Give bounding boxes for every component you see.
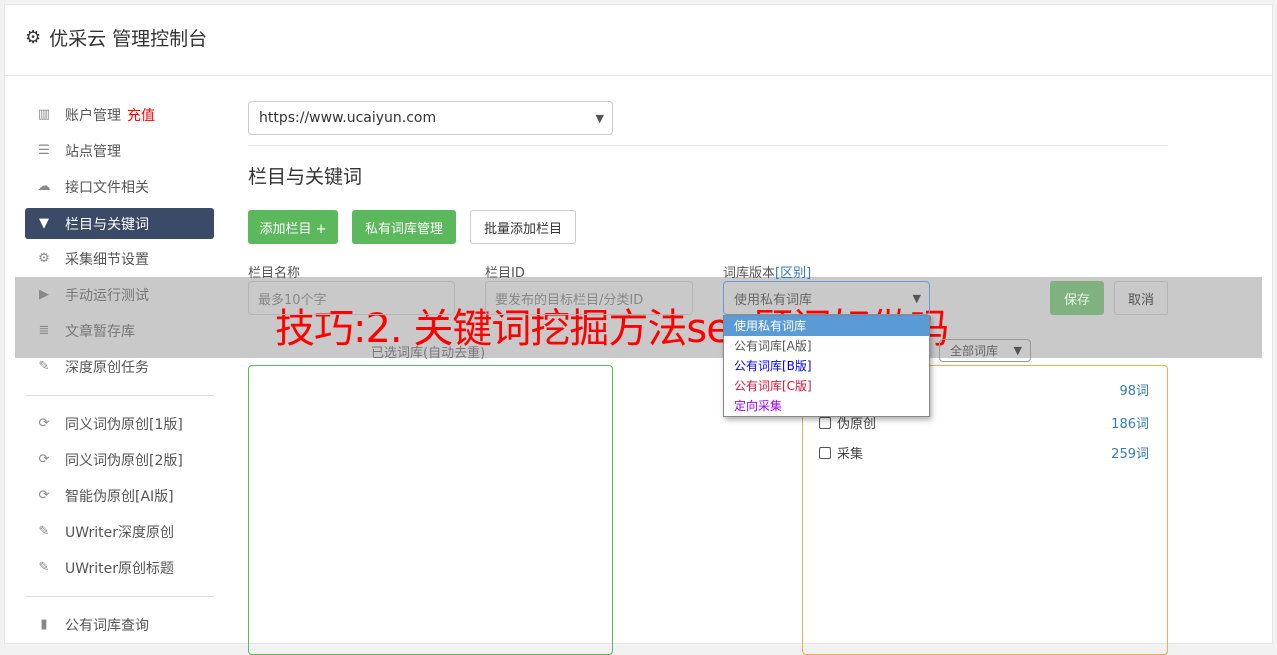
version-option[interactable]: 公有词库[C版] [724,376,929,396]
header: ⚙ 优采云 管理控制台 [5,5,1272,76]
sidebar-item-manual-test[interactable]: ▶ 手动运行测试 [25,279,214,310]
version-option[interactable]: 公有词库[B版] [724,356,929,376]
column-id-input[interactable]: 要发布的目标栏目/分类ID [485,281,693,315]
sidebar-divider [25,596,214,597]
gear-icon: ⚙ [25,27,42,48]
edit-icon: ✎ [38,524,50,539]
database-icon: ≣ [38,323,50,338]
chevron-down-icon: ▼ [912,291,921,305]
sidebar-item-api-files[interactable]: ☁ 接口文件相关 [25,171,214,202]
sidebar-item-columns-keywords[interactable]: ▼ 栏目与关键词 [25,208,214,239]
cloud-upload-icon: ☁ [37,179,51,194]
sidebar-item-sites[interactable]: ☰ 站点管理 [25,135,214,166]
version-option[interactable]: 公有词库[A版] [724,336,929,356]
refresh-icon: ⟳ [38,488,50,503]
sidebar-item-deep-original[interactable]: ✎ 深度原创任务 [25,351,214,382]
edit-icon: ✎ [38,359,50,374]
sidebar-item-account[interactable]: ▥ 账户管理 充值 [25,99,214,130]
add-column-button[interactable]: 添加栏目 + [248,210,338,244]
refresh-icon: ⟳ [38,416,50,431]
chevron-down-icon: ▼ [595,111,604,125]
diff-link[interactable]: [区别] [775,266,811,281]
sidebar-item-public-lib[interactable]: ▮ 公有词库查询 [25,609,214,640]
version-dropdown[interactable]: 使用私有词库 公有词库[A版] 公有词库[B版] 公有词库[C版] 定向采集 [723,315,930,417]
batch-add-button[interactable]: 批量添加栏目 [470,210,576,244]
selected-libs-label: 已选词库(自动去重) [371,346,486,361]
sidebar-item-collect-settings[interactable]: ⚙ 采集细节设置 [25,243,214,274]
sidebar-item-uwriter-deep[interactable]: ✎ UWriter深度原创 [25,516,214,547]
bar-chart-icon: ▥ [37,107,51,122]
section-title: 栏目与关键词 [248,166,363,188]
id-label: 栏目ID [485,266,525,281]
site-select[interactable]: https://www.ucaiyun.com ▼ [248,101,613,135]
checkbox[interactable] [819,446,831,459]
version-select[interactable]: 使用私有词库 ▼ [723,281,930,315]
sidebar-divider [25,395,214,396]
sidebar-item-uwriter-title[interactable]: ✎ UWriter原创标题 [25,552,214,583]
page-title: ⚙ 优采云 管理控制台 [25,27,208,50]
play-circle-icon: ▶ [39,287,49,302]
recharge-link[interactable]: 充值 [127,105,155,125]
version-label: 词库版本[区别] [723,266,812,281]
name-label: 栏目名称 [248,266,301,281]
lib-filter-select[interactable]: 全部词库 ▼ [939,339,1031,362]
sidebar-item-synonym-v1[interactable]: ⟳ 同义词伪原创[1版] [25,408,214,439]
version-option[interactable]: 定向采集 [724,396,929,416]
cancel-button[interactable]: 取消 [1114,281,1168,315]
gears-icon: ⚙ [38,251,50,266]
refresh-icon: ⟳ [38,452,50,467]
sidebar-item-article-store[interactable]: ≣ 文章暂存库 [25,315,214,346]
selected-libs-box[interactable] [248,365,613,655]
lib-item[interactable]: 采集 259词 [819,443,1149,462]
book-icon: ▮ [40,617,48,632]
chevron-down-icon: ▼ [1013,344,1022,357]
save-button[interactable]: 保存 [1050,281,1104,315]
server-icon: ☰ [38,143,50,158]
column-name-input[interactable]: 最多10个字 [248,281,455,315]
private-lib-button[interactable]: 私有词库管理 [352,210,456,244]
version-option[interactable]: 使用私有词库 [724,316,929,336]
sidebar-item-synonym-v2[interactable]: ⟳ 同义词伪原创[2版] [25,444,214,475]
checkbox[interactable] [819,416,831,429]
sidebar-item-ai-rewrite[interactable]: ⟳ 智能伪原创[AI版] [25,480,214,511]
divider [248,145,1168,146]
edit-icon: ✎ [38,560,50,575]
filter-icon: ▼ [39,216,49,231]
